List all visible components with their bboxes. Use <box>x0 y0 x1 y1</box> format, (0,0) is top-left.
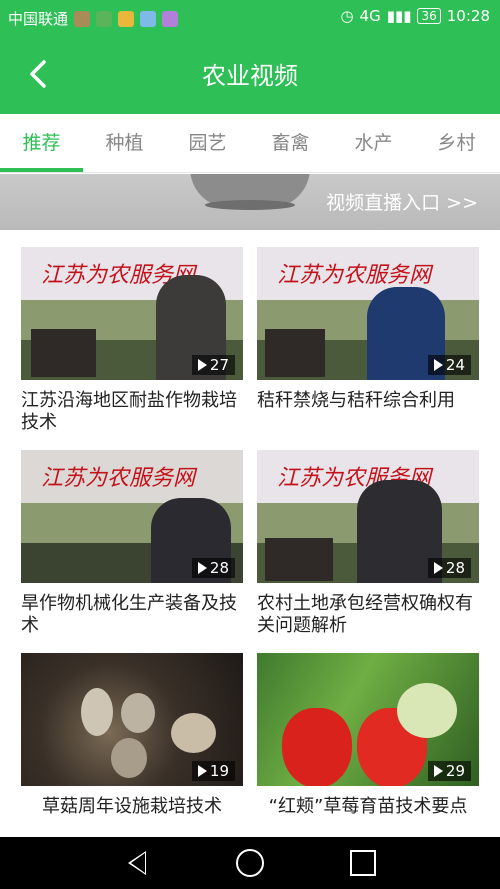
app-notification-icon <box>74 10 91 27</box>
video-title[interactable]: 江苏沿海地区耐盐作物栽培技术 <box>21 390 243 434</box>
video-title[interactable]: “红颊”草莓育苗技术要点 <box>257 796 479 818</box>
video-card[interactable]: 19 草菇周年设施栽培技术 <box>21 653 243 818</box>
video-card[interactable]: 29 “红颊”草莓育苗技术要点 <box>257 653 479 818</box>
play-icon <box>197 359 207 371</box>
view-count: 24 <box>427 355 471 375</box>
wechat-icon <box>96 10 113 27</box>
video-thumbnail[interactable]: 江苏为农服务网 24 <box>257 247 479 380</box>
nav-recent-icon[interactable] <box>350 850 376 876</box>
thumbnail-watermark: 江苏为农服务网 <box>277 263 432 288</box>
tab-planting[interactable]: 种植 <box>83 114 166 172</box>
play-icon <box>197 765 207 777</box>
gallery-icon <box>162 10 179 27</box>
system-nav-bar <box>0 837 500 889</box>
play-icon <box>433 359 443 371</box>
live-entry-link[interactable]: 视频直播入口 >> <box>326 188 478 215</box>
video-title[interactable]: 旱作物机械化生产装备及技术 <box>21 593 243 637</box>
video-thumbnail[interactable]: 19 <box>21 653 243 786</box>
time: 10:28 <box>446 7 490 25</box>
signal-icon: ▮▮▮ <box>386 7 412 25</box>
tab-recommend[interactable]: 推荐 <box>0 114 83 172</box>
play-icon <box>433 562 443 574</box>
video-title[interactable]: 秸秆禁烧与秸秆综合利用 <box>257 390 479 412</box>
view-count: 19 <box>191 761 235 781</box>
mushroom-image <box>81 688 113 736</box>
view-count: 29 <box>427 761 471 781</box>
mushroom-image <box>121 693 155 733</box>
banner-image-base <box>205 200 295 210</box>
view-count: 28 <box>191 558 235 578</box>
video-thumbnail[interactable]: 29 <box>257 653 479 786</box>
video-thumbnail[interactable]: 江苏为农服务网 28 <box>257 450 479 583</box>
video-card[interactable]: 江苏为农服务网 28 旱作物机械化生产装备及技术 <box>21 450 243 637</box>
mushroom-image <box>171 713 216 753</box>
tab-livestock[interactable]: 畜禽 <box>249 114 332 172</box>
unripe-strawberry-image <box>397 683 457 738</box>
network-type: 4G <box>359 7 381 25</box>
app-bar: 农业视频 <box>0 34 500 114</box>
video-card[interactable]: 江苏为农服务网 24 秸秆禁烧与秸秆综合利用 <box>257 247 479 412</box>
browser-icon <box>140 10 157 27</box>
page-title: 农业视频 <box>202 62 298 90</box>
video-title[interactable]: 农村土地承包经营权确权有关问题解析 <box>257 593 479 637</box>
alarm-icon: ◷ <box>340 7 354 25</box>
status-bar: 中国联通 ◷ 4G ▮▮▮ 36 10:28 <box>0 0 500 34</box>
live-banner[interactable]: 视频直播入口 >> <box>0 174 500 230</box>
tab-aquaculture[interactable]: 水产 <box>332 114 415 172</box>
thumbnail-watermark: 江苏为农服务网 <box>41 466 196 491</box>
tab-horticulture[interactable]: 园艺 <box>166 114 249 172</box>
play-icon <box>433 765 443 777</box>
tab-rural[interactable]: 乡村 <box>415 114 498 172</box>
status-left: 中国联通 <box>8 8 179 29</box>
video-card[interactable]: 江苏为农服务网 28 农村土地承包经营权确权有关问题解析 <box>257 450 479 637</box>
play-icon <box>197 562 207 574</box>
battery-level: 36 <box>417 8 441 24</box>
video-thumbnail[interactable]: 江苏为农服务网 28 <box>21 450 243 583</box>
nav-back-icon-inner <box>131 853 145 873</box>
inset-image <box>265 538 333 581</box>
view-count: 28 <box>427 558 471 578</box>
inset-image <box>265 329 325 377</box>
video-thumbnail[interactable]: 江苏为农服务网 27 <box>21 247 243 380</box>
carrier-label: 中国联通 <box>8 10 69 28</box>
app-notification-icon <box>118 10 135 27</box>
view-count: 27 <box>191 355 235 375</box>
strawberry-image <box>282 708 352 786</box>
video-card[interactable]: 江苏为农服务网 27 江苏沿海地区耐盐作物栽培技术 <box>21 247 243 434</box>
mushroom-image <box>111 738 147 778</box>
inset-image <box>31 329 96 377</box>
nav-home-icon[interactable] <box>236 849 264 877</box>
status-right: ◷ 4G ▮▮▮ 36 10:28 <box>340 7 490 25</box>
video-title[interactable]: 草菇周年设施栽培技术 <box>21 796 243 818</box>
category-tabs: 推荐 种植 园艺 畜禽 水产 乡村 <box>0 114 500 173</box>
